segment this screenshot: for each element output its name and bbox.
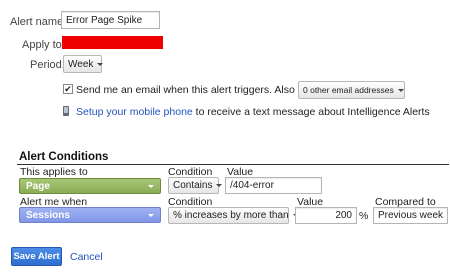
chevron-down-icon (97, 62, 104, 66)
email-checkbox[interactable]: ✔ (63, 84, 73, 94)
save-alert-button[interactable]: Save Alert (11, 247, 62, 266)
threshold-value-input[interactable] (295, 207, 357, 224)
mobile-setup-text: to receive a text message about Intellig… (195, 106, 430, 118)
period-select-value: Week (68, 58, 94, 70)
condition-select-1[interactable]: Contains (168, 177, 223, 194)
email-option-text: Send me an email when this alert trigger… (76, 84, 332, 96)
this-applies-to-heading: This applies to (20, 166, 88, 178)
alert-name-input[interactable] (61, 11, 160, 29)
chevron-down-icon (148, 184, 154, 188)
email-addresses-value: 0 other email addresses (303, 85, 394, 95)
mobile-phone-icon (63, 106, 69, 116)
dimension-select[interactable]: Page (19, 178, 161, 194)
percent-unit: % (359, 210, 369, 222)
condition-select-2-value: % increases by more than (173, 210, 289, 221)
apply-to-redacted-value (62, 36, 163, 49)
cancel-link[interactable]: Cancel (70, 251, 103, 263)
section-divider (17, 164, 449, 165)
period-select[interactable]: Week (63, 55, 104, 73)
period-label: Period: (30, 59, 65, 71)
dimension-select-value: Page (26, 180, 50, 192)
alert-conditions-title: Alert Conditions (19, 151, 109, 163)
dimension-value-input[interactable] (225, 177, 322, 194)
compared-to-input[interactable] (373, 207, 448, 224)
metric-select-value: Sessions (26, 209, 70, 221)
chevron-down-icon (216, 184, 223, 187)
chevron-down-icon (148, 213, 154, 217)
apply-to-label: Apply to: (22, 39, 65, 51)
email-addresses-select[interactable]: 0 other email addresses (298, 81, 405, 99)
condition-select-1-value: Contains (173, 180, 213, 191)
alert-name-label: Alert name: (10, 16, 67, 28)
chevron-down-icon (397, 88, 404, 92)
metric-select[interactable]: Sessions (19, 207, 161, 223)
mobile-setup-line: Setup your mobile phone to receive a tex… (76, 106, 430, 118)
condition-select-2[interactable]: % increases by more than (168, 207, 299, 224)
setup-mobile-link[interactable]: Setup your mobile phone (76, 106, 193, 118)
